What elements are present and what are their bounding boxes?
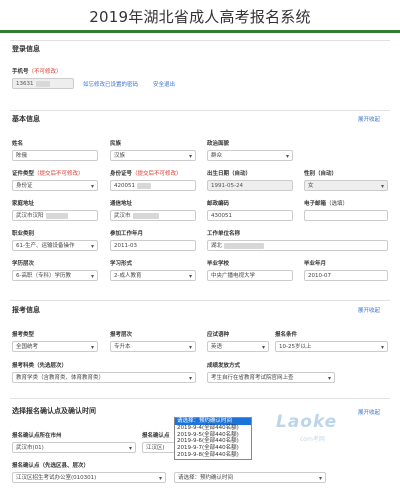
subject-label: 报考科类（先选层次）: [12, 363, 68, 369]
postcode-input[interactable]: 430051: [207, 210, 293, 221]
watermark-subtext: com考网: [300, 436, 325, 443]
gradyear-input[interactable]: 2010-07: [304, 270, 388, 281]
office-select[interactable]: 江汉区招生考试办公室(010301): [12, 472, 166, 483]
phone-field: 13631: [12, 78, 74, 89]
school-input[interactable]: 中央广播电视大学: [207, 270, 293, 281]
exam-toggle-link[interactable]: 展开收起: [358, 306, 380, 314]
language-label: 应试语种: [207, 332, 230, 338]
political-select[interactable]: 群众: [207, 150, 293, 161]
exam-section-title: 报考信息: [12, 306, 40, 314]
exam-section: [10, 300, 390, 301]
result-select[interactable]: 考生自行在省教育考试院官网上查: [207, 372, 335, 383]
phone-label: 手机号（不可修改）: [12, 69, 62, 75]
office-label: 报名确认点（先选区县、层次）: [12, 463, 90, 469]
ethnicity-select[interactable]: 汉族: [110, 150, 196, 161]
forgot-password-link[interactable]: 如忘修改已设置的密码: [83, 80, 138, 88]
subject-select[interactable]: 教育学类（含教育类、体育教育类）: [12, 372, 196, 383]
confirm-toggle-link[interactable]: 展开收起: [358, 408, 380, 416]
workdate-input[interactable]: 2011-03: [110, 240, 196, 251]
level-select[interactable]: 专升本: [110, 341, 196, 352]
address-label: 家庭地址: [12, 201, 35, 207]
category-select[interactable]: 全国统考: [12, 341, 98, 352]
gender-select: 女: [304, 180, 388, 191]
login-section-title: 登录信息: [12, 45, 40, 53]
idtype-label: 证件类型（提交后不可修改）: [12, 171, 84, 177]
ethnicity-label: 民族: [110, 141, 122, 147]
condition-select[interactable]: 10-25岁以上: [275, 341, 388, 352]
page-title: 2019年湖北省成人高考报名系统: [89, 8, 311, 26]
city-label: 报名确认点所在市州: [12, 433, 62, 439]
basic-section: [10, 110, 390, 111]
gradyear-label: 毕业年月: [304, 261, 327, 267]
confirm-time-select[interactable]: 请选择：预约确认时间: [174, 472, 326, 483]
condition-label: 报名条件: [275, 332, 298, 338]
title-divider: [0, 30, 400, 33]
city-select[interactable]: 武汉市(01): [12, 442, 136, 453]
email-label: 电子邮箱（选填）: [304, 201, 349, 207]
eduform-select[interactable]: 2-成人教育: [110, 270, 196, 281]
logout-link[interactable]: 安全退出: [153, 80, 175, 88]
birth-label: 出生日期（自动）: [207, 171, 252, 177]
idno-label: 身份证号（提交后不可修改）: [110, 171, 182, 177]
confirm-section: [10, 398, 390, 399]
result-label: 成绩发放方式: [207, 363, 241, 369]
name-label: 姓名: [12, 141, 24, 147]
edu-label: 学历层次: [12, 261, 35, 267]
category-label: 报考类型: [12, 332, 35, 338]
gender-label: 性别（自动）: [304, 171, 338, 177]
workplace-input[interactable]: 湖北: [207, 240, 388, 251]
dropdown-option[interactable]: 2019-9-4(全部440名额): [175, 425, 251, 432]
dropdown-option[interactable]: 请选择：预约确认时间: [175, 418, 251, 425]
school-label: 毕业学校: [207, 261, 230, 267]
eduform-label: 学习形式: [110, 261, 133, 267]
occupation-select[interactable]: 61-生产、运输设备操作: [12, 240, 98, 251]
language-select[interactable]: 英语: [207, 341, 269, 352]
watermark-logo: Laoke: [276, 412, 338, 432]
confirm-time-dropdown: 请选择：预约确认时间 2019-9-4(全部440名额) 2019-9-5(全部…: [174, 417, 252, 460]
postcode-label: 邮政编码: [207, 201, 230, 207]
mail-address-label: 通信地址: [110, 201, 133, 207]
confirm-section-title: 选择报名确认点及确认时间: [12, 407, 96, 415]
workplace-label: 工作单位名称: [207, 231, 241, 237]
address-input[interactable]: 武汉市汉阳: [12, 210, 98, 221]
level-label: 报考层次: [110, 332, 133, 338]
dropdown-option[interactable]: 2019-9-8(全部440名额): [175, 452, 251, 459]
birth-field: 1991-05-24: [207, 180, 293, 191]
mail-address-input[interactable]: 武汉市: [110, 210, 196, 221]
name-input[interactable]: 陈俄: [12, 150, 98, 161]
idno-input[interactable]: 420051: [110, 180, 196, 191]
login-section: [10, 40, 390, 41]
point-label: 报名确认点: [142, 433, 170, 439]
occupation-label: 职业类别: [12, 231, 35, 237]
political-label: 政治面貌: [207, 141, 230, 147]
basic-toggle-link[interactable]: 展开收起: [358, 115, 380, 123]
workdate-label: 参加工作年月: [110, 231, 144, 237]
basic-section-title: 基本信息: [12, 115, 40, 123]
edu-select[interactable]: 6-高职（专科）学历教: [12, 270, 98, 281]
dropdown-option[interactable]: 2019-9-7(全部440名额): [175, 445, 251, 452]
email-input[interactable]: [304, 210, 388, 221]
idtype-select[interactable]: 身份证: [12, 180, 98, 191]
